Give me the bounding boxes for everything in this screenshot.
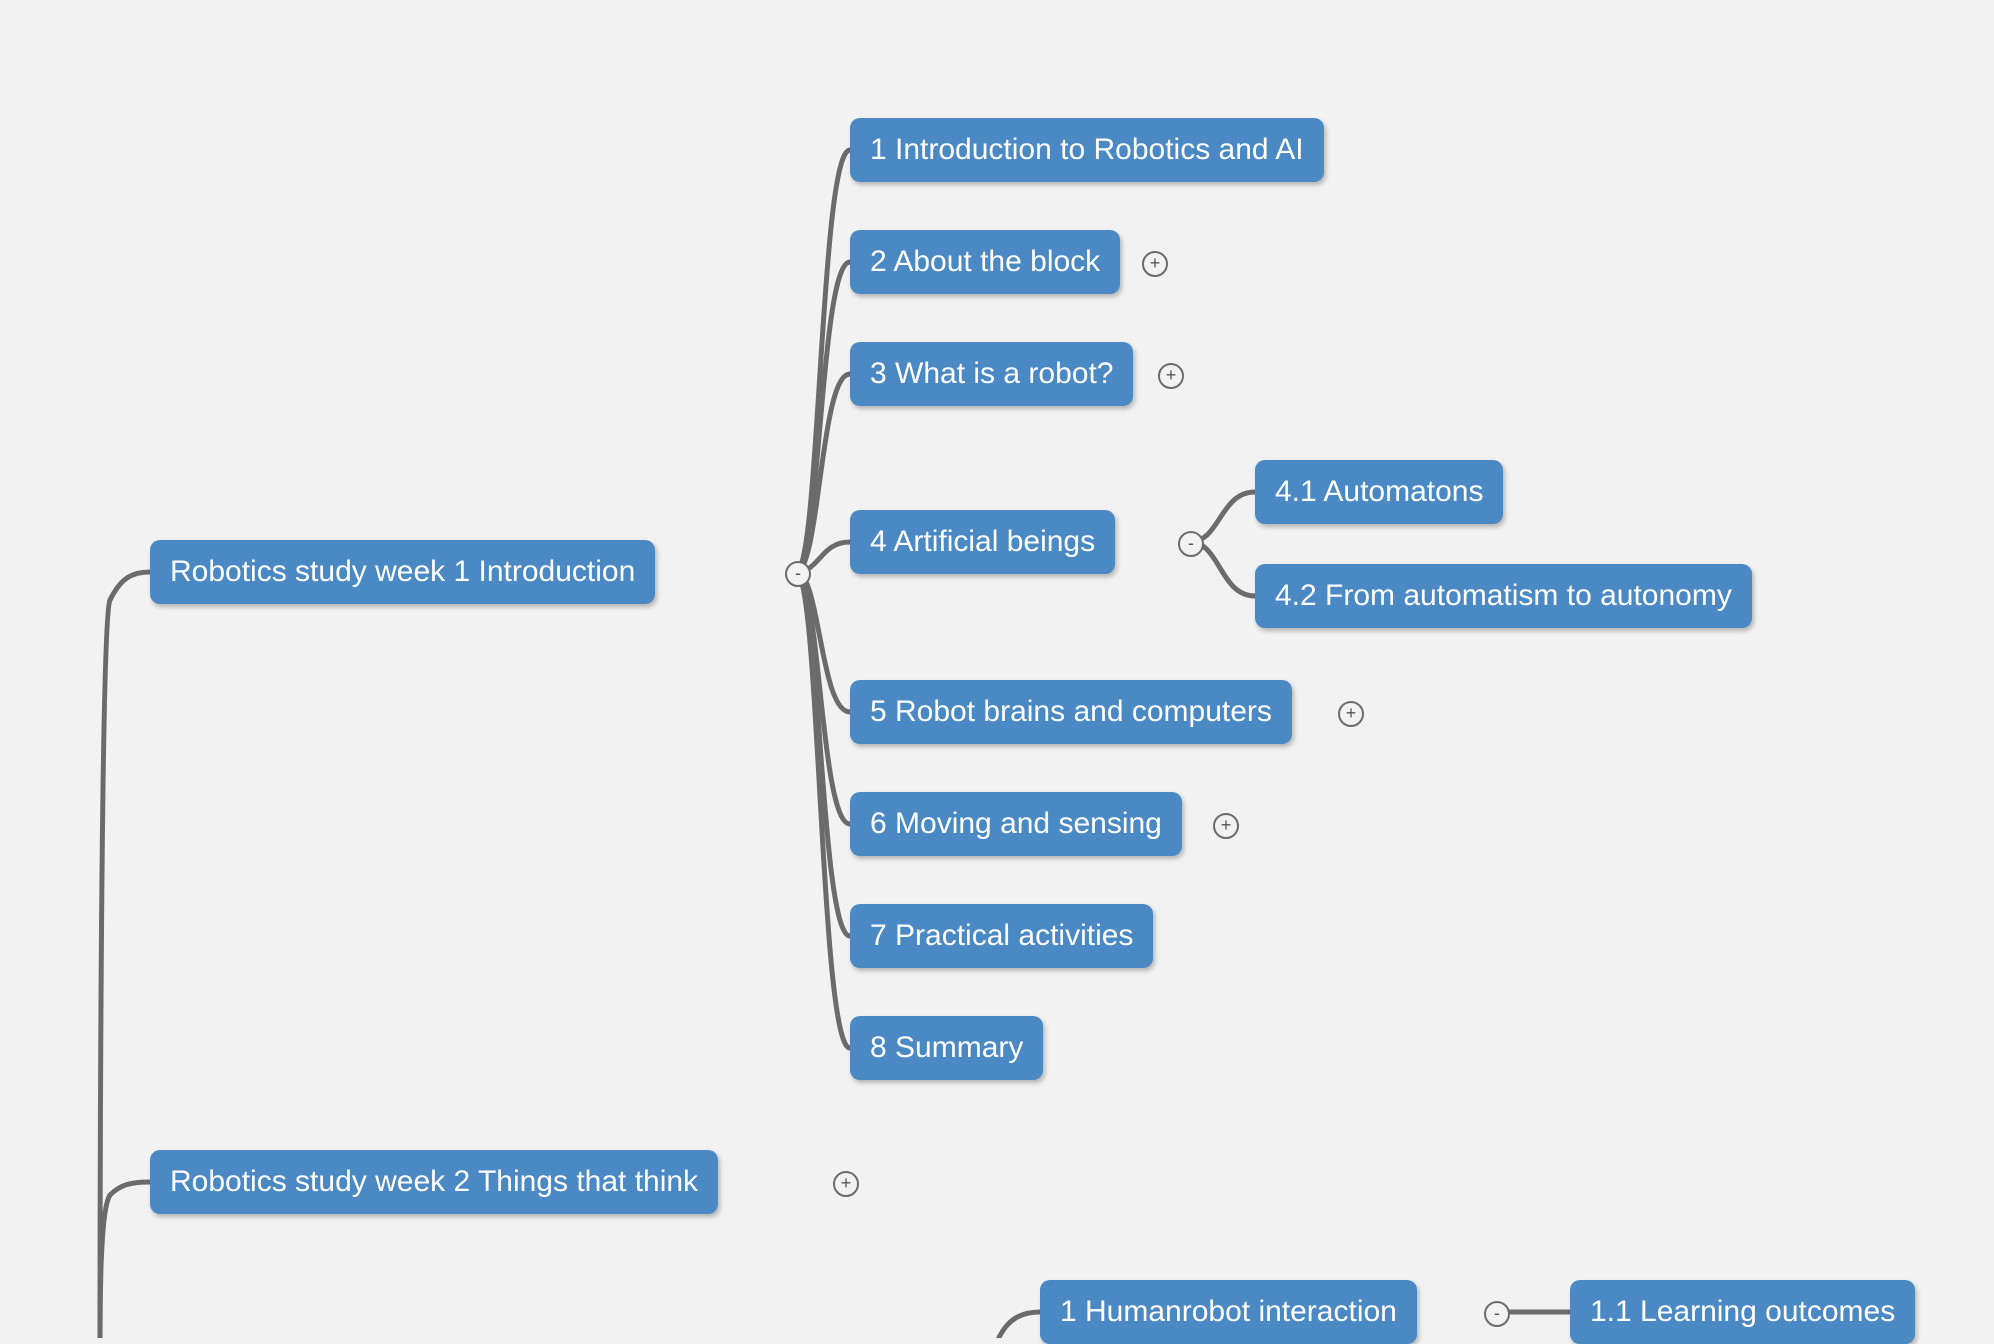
mindmap-node-w1-7[interactable]: 7 Practical activities xyxy=(850,904,1153,968)
plus-icon: + xyxy=(1150,254,1161,272)
plus-icon: + xyxy=(1346,704,1357,722)
node-label: 4.1 Automatons xyxy=(1275,474,1483,510)
mindmap-node-w1-5[interactable]: 5 Robot brains and computers xyxy=(850,680,1292,744)
mindmap-node-w1-2[interactable]: 2 About the block xyxy=(850,230,1120,294)
node-label: 1 Introduction to Robotics and AI xyxy=(870,132,1304,168)
node-label: 1 Humanrobot interaction xyxy=(1060,1294,1397,1330)
node-label: Robotics study week 2 Things that think xyxy=(170,1164,698,1200)
collapse-toggle-week1[interactable]: - xyxy=(785,561,811,587)
mindmap-node-w1-1[interactable]: 1 Introduction to Robotics and AI xyxy=(850,118,1324,182)
mindmap-node-w3-1[interactable]: 1 Humanrobot interaction xyxy=(1040,1280,1417,1344)
collapse-toggle-w3-1[interactable]: - xyxy=(1484,1301,1510,1327)
minus-icon: - xyxy=(1188,534,1194,552)
node-label: 8 Summary xyxy=(870,1030,1023,1066)
mindmap-node-w1-4[interactable]: 4 Artificial beings xyxy=(850,510,1115,574)
node-label: Robotics study week 1 Introduction xyxy=(170,554,635,590)
node-label: 3 What is a robot? xyxy=(870,356,1113,392)
mindmap-node-w1-8[interactable]: 8 Summary xyxy=(850,1016,1043,1080)
mindmap-node-week2[interactable]: Robotics study week 2 Things that think xyxy=(150,1150,718,1214)
minus-icon: - xyxy=(795,564,801,582)
minus-icon: - xyxy=(1494,1304,1500,1322)
expand-toggle-week2[interactable]: + xyxy=(833,1171,859,1197)
expand-toggle-w1-6[interactable]: + xyxy=(1213,813,1239,839)
mindmap-node-w1-4-2[interactable]: 4.2 From automatism to autonomy xyxy=(1255,564,1752,628)
collapse-toggle-w1-4[interactable]: - xyxy=(1178,531,1204,557)
expand-toggle-w1-2[interactable]: + xyxy=(1142,251,1168,277)
expand-toggle-w1-5[interactable]: + xyxy=(1338,701,1364,727)
mindmap-node-w1-3[interactable]: 3 What is a robot? xyxy=(850,342,1133,406)
node-label: 6 Moving and sensing xyxy=(870,806,1162,842)
node-label: 4 Artificial beings xyxy=(870,524,1095,560)
mindmap-node-w3-1-1[interactable]: 1.1 Learning outcomes xyxy=(1570,1280,1915,1344)
node-label: 7 Practical activities xyxy=(870,918,1133,954)
mindmap-node-week1[interactable]: Robotics study week 1 Introduction xyxy=(150,540,655,604)
mindmap-connectors xyxy=(0,0,1994,1338)
plus-icon: + xyxy=(1166,366,1177,384)
node-label: 5 Robot brains and computers xyxy=(870,694,1272,730)
mindmap-node-w1-4-1[interactable]: 4.1 Automatons xyxy=(1255,460,1503,524)
plus-icon: + xyxy=(1221,816,1232,834)
node-label: 1.1 Learning outcomes xyxy=(1590,1294,1895,1330)
node-label: 2 About the block xyxy=(870,244,1100,280)
mindmap-node-w1-6[interactable]: 6 Moving and sensing xyxy=(850,792,1182,856)
plus-icon: + xyxy=(841,1174,852,1192)
node-label: 4.2 From automatism to autonomy xyxy=(1275,578,1732,614)
expand-toggle-w1-3[interactable]: + xyxy=(1158,363,1184,389)
